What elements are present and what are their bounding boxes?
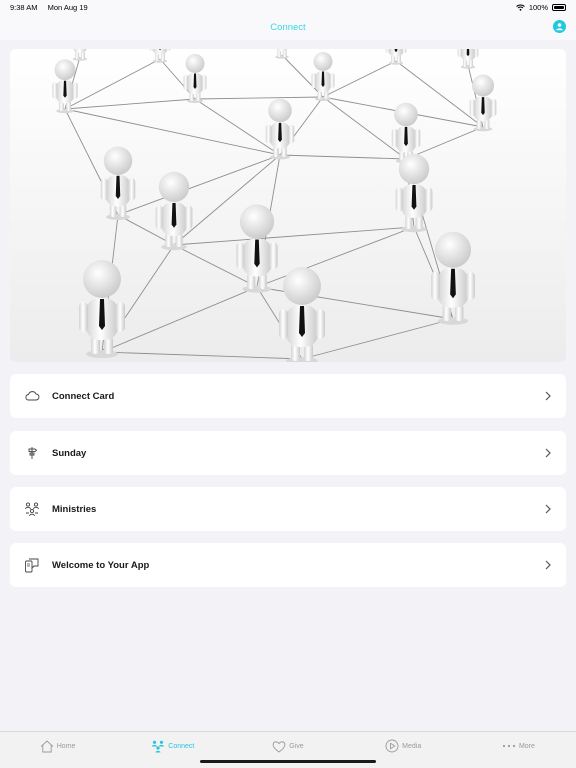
row-connect-card[interactable]: Connect Card [10, 374, 566, 418]
more-icon [502, 744, 516, 748]
profile-button[interactable] [553, 20, 566, 33]
status-left: 9:38 AM Mon Aug 19 [10, 3, 96, 12]
user-icon [556, 23, 563, 31]
tab-label: Home [56, 742, 76, 750]
network-people-image [10, 49, 566, 362]
chevron-right-icon [545, 448, 551, 458]
status-bar: 9:38 AM Mon Aug 19 100% [0, 0, 576, 14]
row-welcome-to-your-app[interactable]: Welcome to Your App [10, 543, 566, 587]
cloud-icon [24, 388, 40, 404]
page-title: Connect [270, 21, 306, 33]
tab-label: More [518, 742, 535, 750]
people-group-icon [24, 501, 40, 517]
status-time: 9:38 AM [10, 2, 38, 12]
tab-label: Connect [168, 742, 195, 750]
battery-percent: 100% [528, 2, 548, 12]
navigation-bar: Connect [0, 14, 576, 40]
row-label: Welcome to Your App [52, 559, 150, 571]
home-icon [40, 739, 54, 752]
row-label: Ministries [52, 503, 97, 515]
battery-icon [552, 3, 566, 11]
row-ministries[interactable]: Ministries [10, 487, 566, 531]
chevron-right-icon [545, 391, 551, 401]
signpost-icon [24, 445, 40, 461]
tab-home[interactable]: Home [0, 732, 115, 768]
play-icon [385, 739, 399, 753]
home-indicator [200, 760, 376, 763]
row-label: Sunday [52, 447, 87, 459]
people-icon [152, 740, 165, 752]
devices-icon [24, 557, 40, 573]
row-sunday[interactable]: Sunday [10, 431, 566, 475]
chevron-right-icon [545, 560, 551, 570]
tab-label: Give [289, 742, 304, 750]
status-right: 100% [515, 2, 566, 12]
hero-image [10, 49, 566, 362]
heart-icon [272, 740, 286, 753]
tab-more[interactable]: More [461, 732, 576, 768]
status-date: Mon Aug 19 [47, 2, 88, 12]
row-label: Connect Card [52, 390, 115, 402]
tab-label: Media [402, 742, 422, 750]
chevron-right-icon [545, 504, 551, 514]
wifi-icon [515, 4, 525, 11]
